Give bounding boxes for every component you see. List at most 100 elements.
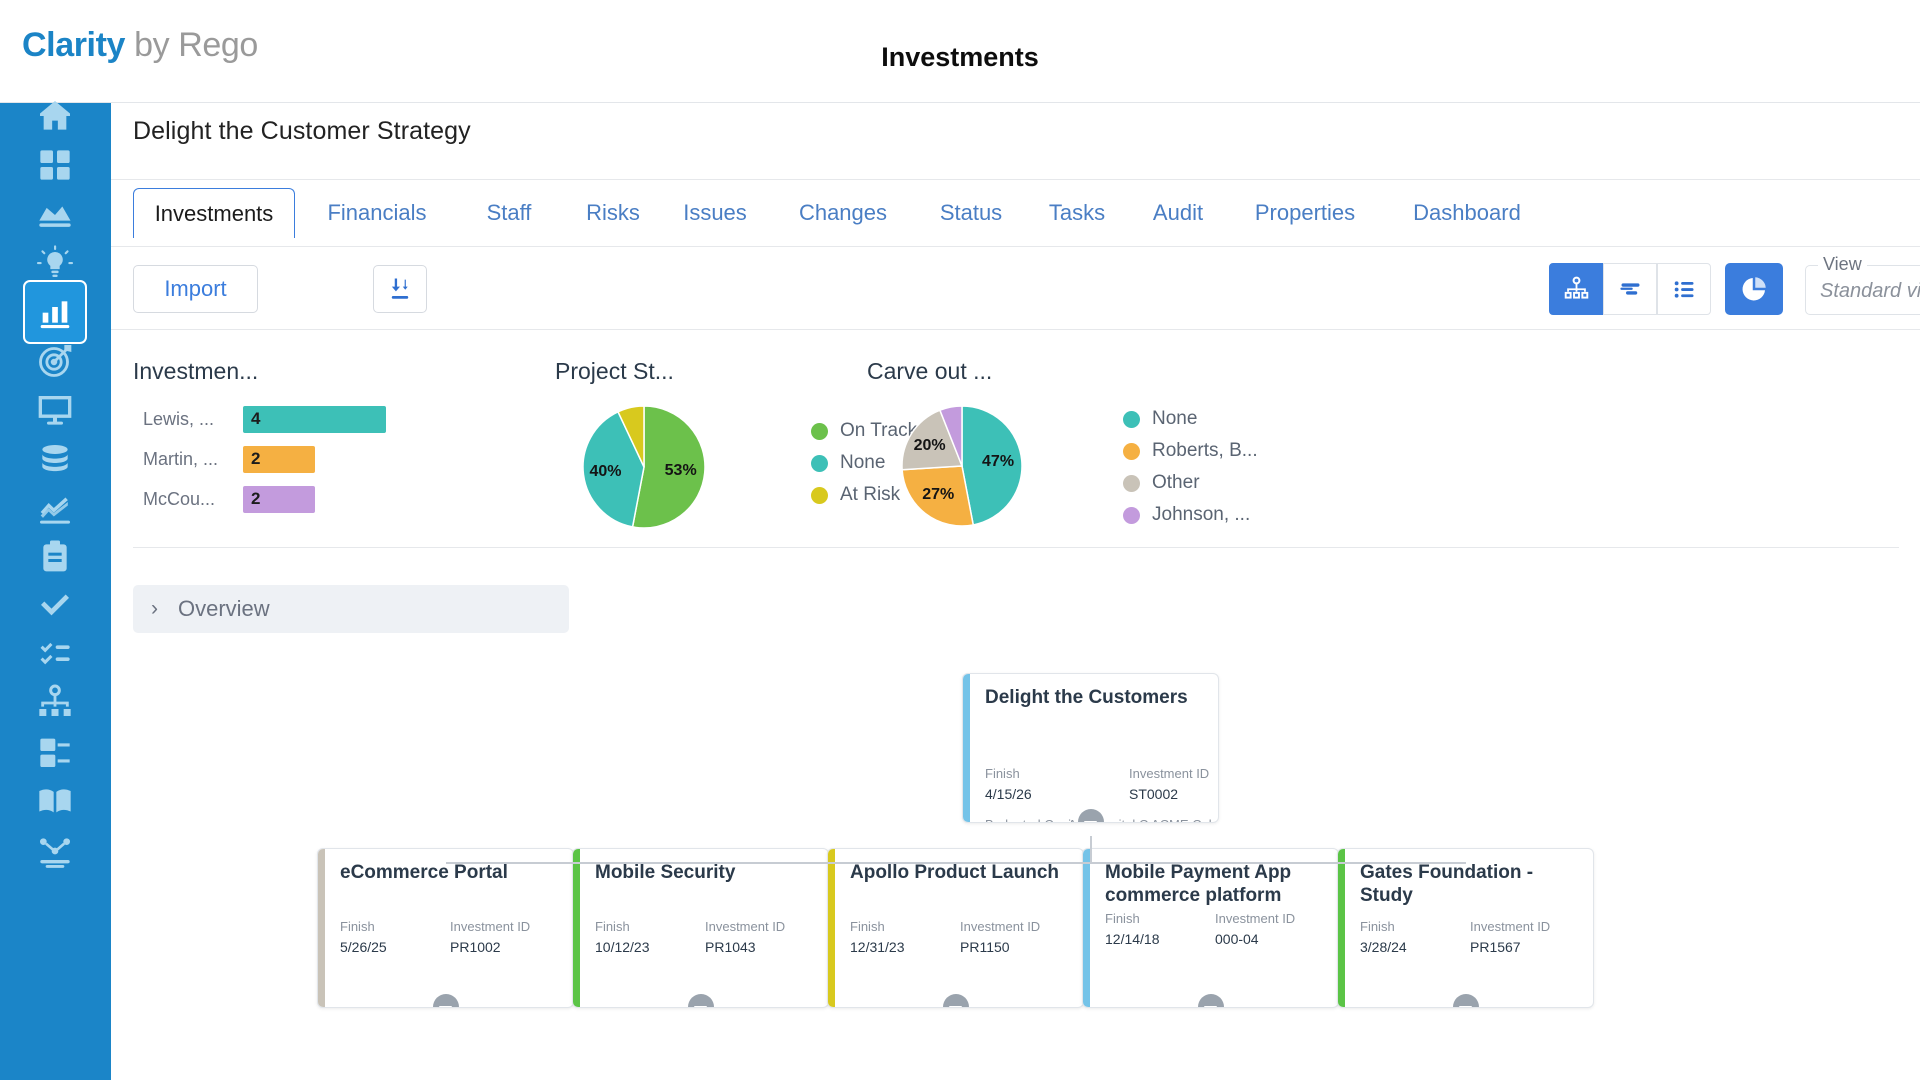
tree-child-card[interactable]: Mobile Security Finish 10/12/23 Investment … — [572, 848, 829, 1008]
view-hierarchy-button[interactable] — [1549, 263, 1603, 315]
tree-child-card[interactable]: Gates Foundation - Study Finish 3/28/24 Inv… — [1337, 848, 1594, 1008]
tab-issues[interactable]: Issues — [667, 188, 763, 238]
tab-dashboard[interactable]: Dashboard — [1391, 188, 1543, 238]
tree-child-card[interactable]: Mobile Payment App commerce platform Fini… — [1082, 848, 1339, 1008]
card-title: Mobile Security — [595, 862, 736, 883]
home-icon — [40, 101, 70, 130]
tab-label: Audit — [1152, 200, 1204, 225]
minus-icon — [694, 1005, 707, 1007]
card-field: Finish 4/15/26 — [985, 766, 1032, 802]
tab-label: Status — [939, 200, 1003, 225]
collapse-toggle[interactable] — [1077, 809, 1104, 822]
card-field-key: Finish — [850, 919, 885, 934]
legend-color-dot — [1123, 410, 1140, 428]
pie-slice-label: 53% — [664, 461, 697, 479]
pie-toggle-button[interactable] — [1725, 263, 1783, 315]
card-field-value: ST0002 — [1129, 786, 1179, 802]
tab-financials[interactable]: Financials — [309, 188, 445, 238]
card-field-key: Investment ID — [960, 919, 1041, 934]
legend-color-dot — [1123, 442, 1140, 460]
legend-item[interactable]: Other — [1123, 472, 1258, 494]
list-icon — [1674, 280, 1693, 298]
tab-label: Staff — [486, 200, 532, 225]
tab-status[interactable]: Status — [927, 188, 1015, 238]
pie-chart[interactable]: 47% 27% 20% — [901, 405, 1023, 527]
sidebar-item-flow[interactable] — [23, 819, 87, 883]
bar[interactable]: 4 — [243, 406, 386, 433]
view-list-button[interactable] — [1657, 263, 1711, 315]
tab-label: Dashboard — [1413, 200, 1521, 225]
legend-item[interactable]: Johnson, ... — [1123, 504, 1258, 526]
tab-properties[interactable]: Properties — [1235, 188, 1375, 238]
grid-icon — [40, 150, 70, 180]
bar-chart-icon — [40, 301, 70, 329]
portfolio-icon — [39, 206, 71, 227]
investment-tree: Delight the Customers Finish 4/15/26 Invest… — [111, 558, 1920, 1078]
collapse-toggle[interactable] — [1452, 994, 1479, 1007]
book-icon — [39, 789, 71, 813]
chart-legend: None Roberts, B... Other Johnson, ... — [1123, 408, 1258, 536]
tab-staff[interactable]: Staff — [463, 188, 555, 238]
card-field-value: 4/15/26 — [985, 786, 1032, 802]
connector-bus — [445, 862, 1466, 864]
collapse-toggle[interactable] — [432, 994, 459, 1007]
card-field-value: 12/31/23 — [850, 939, 905, 955]
collapse-toggle[interactable] — [687, 994, 714, 1007]
card-field-key: Investment ID — [1215, 911, 1296, 926]
card-field-value: PR1150 — [960, 939, 1010, 955]
bar-category-label: McCou... — [143, 489, 216, 509]
tab-bar: Investments Financials Staff Risks Issues Cha… — [111, 180, 1920, 246]
download-icon — [391, 278, 409, 299]
tab-tasks[interactable]: Tasks — [1031, 188, 1123, 238]
bar[interactable]: 2 — [243, 486, 315, 513]
import-button[interactable]: Import — [133, 265, 258, 313]
flow-icon — [40, 838, 70, 868]
tree-root-card[interactable]: Delight the Customers Finish 4/15/26 Invest… — [962, 673, 1219, 823]
minus-icon — [1459, 1005, 1472, 1007]
tab-label: Tasks — [1048, 200, 1106, 225]
card-field-key: Finish — [340, 919, 375, 934]
bar-value: 2 — [251, 449, 261, 468]
minus-icon — [1084, 820, 1097, 822]
view-select[interactable]: View Standard view — [1805, 254, 1920, 315]
card-color-stripe — [318, 849, 325, 1007]
export-button[interactable] — [373, 265, 427, 313]
pie-slice-label: 27% — [922, 486, 955, 504]
card-color-stripe — [573, 849, 580, 1007]
card-field: Finish 12/31/23 — [850, 919, 905, 955]
card-field: Finish 12/14/18 — [1105, 911, 1160, 947]
card-field: ACME Calculat...$0 — [1151, 817, 1218, 822]
card-field-key: Finish — [1105, 911, 1140, 926]
view-select-value: Standard view — [1820, 280, 1920, 302]
view-mode-group — [1549, 263, 1711, 315]
tree-child-card[interactable]: Apollo Product Launch Finish 12/31/23 Inves… — [827, 848, 1084, 1008]
card-field-value: 3/28/24 — [1360, 939, 1407, 955]
tab-changes[interactable]: Changes — [777, 188, 909, 238]
legend-label: None — [840, 452, 886, 473]
tab-risks[interactable]: Risks — [573, 188, 653, 238]
pie-chart[interactable]: 53% 40% — [582, 405, 706, 529]
pie-chart-icon — [1742, 277, 1766, 301]
card-field-value: 10/12/23 — [595, 939, 650, 955]
bar[interactable]: 2 — [243, 446, 315, 473]
tab-audit[interactable]: Audit — [1137, 188, 1219, 238]
database-icon — [42, 445, 68, 472]
checklist-icon — [40, 642, 70, 665]
collapse-toggle[interactable] — [942, 994, 969, 1007]
legend-color-dot — [811, 454, 828, 472]
tab-investments[interactable]: Investments — [133, 188, 295, 238]
tree-child-card[interactable]: eCommerce Portal Finish 5/26/25 Investment … — [317, 848, 574, 1008]
tab-label: Investments — [154, 200, 274, 226]
card-field: Investment ID PR1567 — [1470, 919, 1550, 955]
legend-item[interactable]: None — [1123, 408, 1258, 430]
collapse-toggle[interactable] — [1197, 994, 1224, 1007]
card-field: Investment ID PR1150 — [960, 919, 1040, 955]
legend-label: Other — [1152, 472, 1200, 493]
card-color-stripe — [963, 674, 970, 822]
pie-slice-label: 20% — [913, 437, 946, 455]
legend-item[interactable]: Roberts, B... — [1123, 440, 1258, 462]
card-field-value: PR1043 — [705, 939, 756, 955]
card-field-key: Finish — [985, 766, 1020, 781]
tab-label: Properties — [1254, 200, 1356, 225]
view-gantt-button[interactable] — [1603, 263, 1657, 315]
